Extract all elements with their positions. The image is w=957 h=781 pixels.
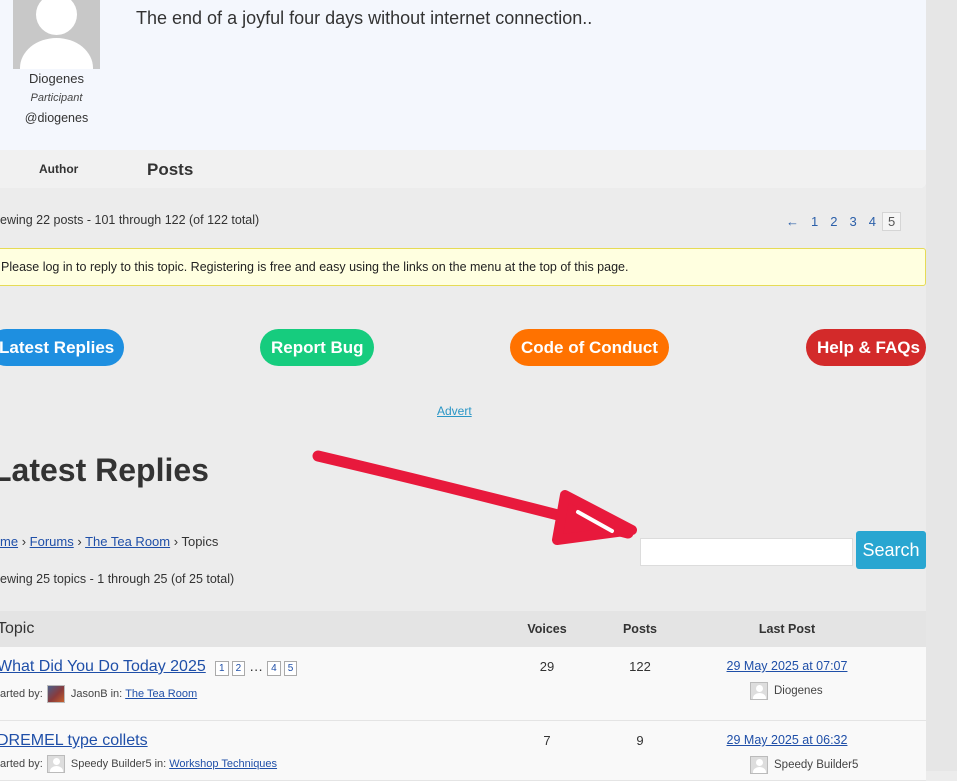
annotation-arrow-icon	[312, 450, 637, 545]
arrow-head	[552, 490, 637, 545]
